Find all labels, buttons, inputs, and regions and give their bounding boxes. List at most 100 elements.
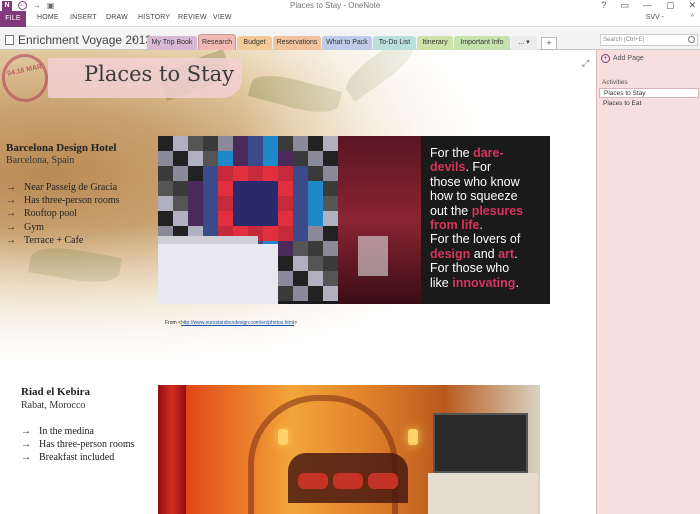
window-controls: ? ▭ — ▢ ✕ xyxy=(601,0,696,11)
mural-pixel xyxy=(293,196,308,211)
minimize-icon[interactable]: — xyxy=(643,0,652,11)
mural-pixel xyxy=(203,211,218,226)
mural-pixel xyxy=(173,196,188,211)
hotel-city[interactable]: Rabat, Morocco xyxy=(21,400,85,411)
hotel-name[interactable]: Riad el Kebira xyxy=(21,386,90,398)
promo-fragment: how to squeeze xyxy=(430,189,518,204)
forward-icon[interactable]: → xyxy=(33,0,41,11)
expand-icon[interactable]: ⤢ xyxy=(582,58,589,69)
mural-pixel xyxy=(248,181,263,196)
mural-pixel xyxy=(323,271,338,286)
mural-pixel xyxy=(218,151,233,166)
mural-pixel xyxy=(263,151,278,166)
mural-pixel xyxy=(158,196,173,211)
mural-pixel xyxy=(233,151,248,166)
chevron-down-icon[interactable]: ▾ xyxy=(132,36,136,44)
promo-fragment: out the xyxy=(430,203,472,218)
source-link[interactable]: http://www.eurostarsbcndesign.com/en/pho… xyxy=(181,320,294,326)
section-tab-research[interactable]: Research xyxy=(198,34,236,50)
more-sections-tab[interactable]: ... ▾ xyxy=(511,36,537,50)
mural-pixel xyxy=(233,196,248,211)
list-item[interactable]: → Gym xyxy=(6,222,44,233)
page-title[interactable]: Places to Stay xyxy=(84,62,234,86)
mural-pixel xyxy=(203,151,218,166)
mural-pixel xyxy=(308,181,323,196)
mural-pixel xyxy=(278,181,293,196)
tab-review[interactable]: REVIEW xyxy=(178,14,207,21)
notebook-icon[interactable] xyxy=(5,35,14,45)
cushion xyxy=(368,473,398,489)
ribbon-tabs: FILE HOME INSERT DRAW HISTORY REVIEW VIE… xyxy=(0,11,700,27)
hotel-photo-barcelona[interactable]: For the dare- devils. For those who know… xyxy=(158,136,550,304)
section-heading: Activities xyxy=(602,79,628,86)
list-item[interactable]: → Rooftop pool xyxy=(6,208,77,219)
quick-access-toolbar: N ← → ▣ xyxy=(2,0,55,11)
list-item[interactable]: → Has three-person rooms xyxy=(6,195,120,206)
maximize-icon[interactable]: ▢ xyxy=(666,0,675,11)
source-citation: From <http://www.eurostarsbcndesign.com/… xyxy=(165,320,297,326)
list-item[interactable]: → Near Passeig de Gracia xyxy=(6,182,117,193)
promo-highlight: dare- xyxy=(473,146,504,160)
onenote-app-icon[interactable]: N xyxy=(2,0,12,11)
tab-home[interactable]: HOME xyxy=(37,14,59,21)
red-curtain xyxy=(158,385,186,514)
mural-pixel xyxy=(218,181,233,196)
list-item[interactable]: → Terrace + Cafe xyxy=(6,235,83,246)
page-item-places-to-stay[interactable]: Places to Stay xyxy=(599,88,699,98)
dock-icon[interactable]: ▣ xyxy=(47,0,55,11)
tab-history[interactable]: HISTORY xyxy=(138,14,170,21)
source-prefix: From < xyxy=(165,320,181,326)
mural-pixel xyxy=(308,226,323,241)
arrow-right-icon: → xyxy=(6,182,16,193)
collapse-ribbon-icon[interactable]: ^ xyxy=(691,14,694,21)
cushion xyxy=(298,473,328,489)
page-canvas[interactable]: 04.16 MAR Places to Stay ⤢ Barcelona Des… xyxy=(0,50,596,514)
display-options-icon[interactable]: ▭ xyxy=(620,0,629,11)
mural-pixel xyxy=(323,166,338,181)
arrow-right-icon: → xyxy=(6,235,16,246)
tab-view[interactable]: VIEW xyxy=(213,14,232,21)
arrow-right-icon: → xyxy=(6,222,16,233)
section-tab-budget[interactable]: Budget xyxy=(237,36,272,50)
help-icon[interactable]: ? xyxy=(601,0,606,11)
search-input[interactable]: Search (Ctrl+E) xyxy=(600,34,698,46)
section-tab-to-do-list[interactable]: To-Do List xyxy=(373,36,416,50)
section-tab-itinerary[interactable]: Itinerary xyxy=(417,36,453,50)
feature-text: Terrace + Cafe xyxy=(24,235,84,246)
hotel-name[interactable]: Barcelona Design Hotel xyxy=(6,142,116,154)
list-item[interactable]: → Has three-person rooms xyxy=(21,439,135,450)
add-page-button[interactable]: + Add Page xyxy=(601,54,644,63)
add-section-button[interactable]: + xyxy=(541,37,557,50)
arrow-right-icon: → xyxy=(21,426,31,437)
mural-pixel xyxy=(188,136,203,151)
plus-icon: + xyxy=(601,54,610,63)
title-bar: N ← → ▣ Places to Stay - OneNote ? ▭ — ▢… xyxy=(0,0,700,11)
hotel-photo-rabat[interactable] xyxy=(158,385,540,514)
mural-pixel xyxy=(293,166,308,181)
tab-file[interactable]: FILE xyxy=(0,11,26,27)
mural-pixel xyxy=(278,166,293,181)
section-tab-what-to-pack[interactable]: What to Pack xyxy=(322,36,372,50)
mural-pixel xyxy=(158,151,173,166)
page-item-places-to-eat[interactable]: Places to Eat xyxy=(599,99,699,109)
arrow-right-icon: → xyxy=(21,439,31,450)
section-tab-important-info[interactable]: Important Info xyxy=(454,36,510,50)
mural-pixel xyxy=(188,181,203,196)
search-icon[interactable] xyxy=(688,36,695,43)
hotel-city[interactable]: Barcelona, Spain xyxy=(6,155,74,166)
back-icon[interactable]: ← xyxy=(18,1,27,10)
mural-pixel xyxy=(278,196,293,211)
tab-draw[interactable]: DRAW xyxy=(106,14,128,21)
red-mosaic-wall xyxy=(338,136,421,304)
promo-fragment: . xyxy=(515,275,519,290)
tab-insert[interactable]: INSERT xyxy=(70,14,97,21)
section-tab-reservations[interactable]: Reservations xyxy=(273,36,321,50)
list-item[interactable]: → In the medina xyxy=(21,426,94,437)
mural-pixel xyxy=(263,226,278,241)
user-account[interactable]: SVV - xyxy=(646,14,664,21)
mural-pixel xyxy=(233,136,248,151)
list-item[interactable]: → Breakfast included xyxy=(21,452,114,463)
section-tab-my-trip-book[interactable]: My Trip Book xyxy=(147,36,197,50)
promo-fragment: . For xyxy=(465,160,492,175)
close-icon[interactable]: ✕ xyxy=(688,0,696,11)
